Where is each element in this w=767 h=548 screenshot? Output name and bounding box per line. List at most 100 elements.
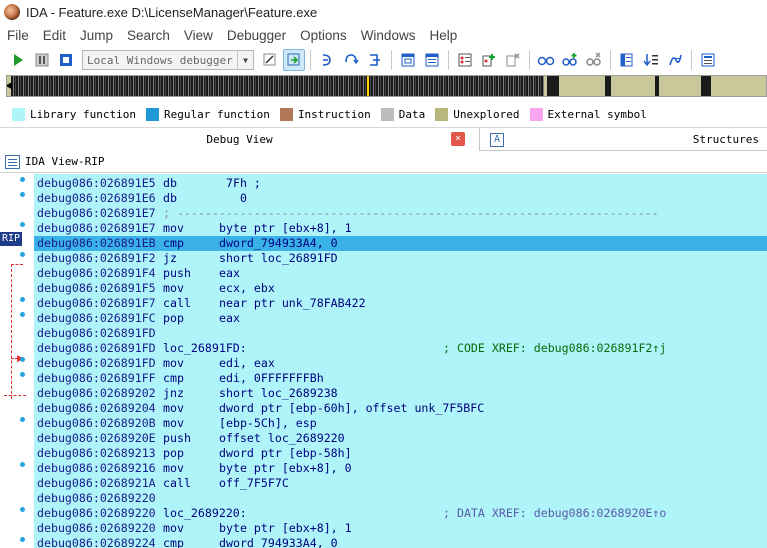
disasm-line[interactable]: debug086:02689202 jnz short loc_2689238 (34, 386, 767, 401)
breakpoint-list-icon[interactable] (454, 49, 476, 71)
function-icon[interactable] (616, 49, 638, 71)
disasm-line[interactable]: debug086:0268921A call off_7F5F7C (34, 476, 767, 491)
disasm-line[interactable]: debug086:026891FF cmp edi, 0FFFFFFFBh (34, 371, 767, 386)
disasm-line[interactable]: debug086:026891E5 db 7Fh ; (34, 176, 767, 191)
add-breakpoint-icon[interactable] (478, 49, 500, 71)
menu-file[interactable]: File (0, 28, 36, 43)
window-icon[interactable] (421, 49, 443, 71)
toolbar-separator (529, 50, 530, 70)
jump-arrow (11, 264, 12, 399)
ida-view-title: IDA View-RIP (25, 155, 105, 168)
debugger-select[interactable]: Local Windows debugger ▼ (82, 50, 254, 70)
step-into-icon[interactable] (316, 49, 338, 71)
disasm-line[interactable]: debug086:026891E7 ; ---------------------… (34, 206, 767, 221)
line-address: debug086:02689216 (37, 461, 156, 475)
window-icon[interactable] (397, 49, 419, 71)
menu-search[interactable]: Search (120, 28, 177, 43)
ida-app-icon (4, 4, 20, 20)
line-mnemonic: push (163, 266, 191, 280)
breakpoint-slot-dot[interactable] (20, 372, 25, 377)
disasm-line[interactable]: debug086:02689216 mov byte ptr [ebx+8], 0 (34, 461, 767, 476)
breakpoint-slot-dot[interactable] (20, 252, 25, 257)
menu-debugger[interactable]: Debugger (220, 28, 293, 43)
disasm-line[interactable]: debug086:026891EB cmp dword_794933A4, 0 (34, 236, 767, 251)
breakpoint-slot-dot[interactable] (20, 462, 25, 467)
line-operand: 0 (219, 191, 247, 205)
stop-icon[interactable] (55, 49, 77, 71)
menu-view[interactable]: View (177, 28, 220, 43)
legend-label: Library function (30, 107, 136, 121)
disasm-line[interactable]: debug086:02689220 mov byte ptr [ebx+8], 1 (34, 521, 767, 536)
navigation-band-instructions (11, 76, 544, 96)
line-mnemonic: cmp (163, 371, 184, 385)
menu-windows[interactable]: Windows (354, 28, 423, 43)
disasm-line[interactable]: debug086:026891FD loc_26891FD: ; CODE XREF… (34, 341, 767, 356)
legend-label: External symbol (547, 107, 647, 121)
breakpoint-slot-dot[interactable] (20, 507, 25, 512)
disasm-line[interactable]: debug086:026891E6 db 0 (34, 191, 767, 206)
structures-icon: A (490, 132, 504, 147)
disasm-line[interactable]: debug086:026891FC pop eax (34, 311, 767, 326)
disasm-line[interactable]: debug086:02689213 pop dword ptr [ebp-58h] (34, 446, 767, 461)
disasm-line[interactable]: debug086:026891F7 call near ptr unk_78FAB4… (34, 296, 767, 311)
line-mnemonic: jz (163, 251, 177, 265)
navigation-band-segment (547, 76, 559, 96)
toolbar-separator (448, 50, 449, 70)
tab-structures[interactable]: A Structures (482, 128, 767, 151)
breakpoint-slot-dot[interactable] (20, 297, 25, 302)
disasm-line[interactable]: debug086:026891F5 mov ecx, ebx (34, 281, 767, 296)
pause-icon[interactable] (31, 49, 53, 71)
breakpoint-slot-dot[interactable] (20, 192, 25, 197)
legend-label: Data (398, 107, 426, 121)
breakpoint-slot-dot[interactable] (20, 537, 25, 542)
arrow-gutter: RIP ▶ (0, 174, 34, 548)
disasm-line[interactable]: debug086:02689204 mov dword ptr [ebp-60h],… (34, 401, 767, 416)
disasm-line[interactable]: debug086:026891F4 push eax (34, 266, 767, 281)
delete-breakpoint-icon[interactable] (502, 49, 524, 71)
delete-watch-icon[interactable] (583, 49, 605, 71)
breakpoint-slot-dot[interactable] (20, 357, 25, 362)
breakpoint-slot-dot[interactable] (20, 417, 25, 422)
graph-icon[interactable] (697, 49, 719, 71)
list-icon[interactable] (640, 49, 662, 71)
glasses-icon[interactable] (535, 49, 557, 71)
play-icon[interactable] (7, 49, 29, 71)
disasm-line[interactable]: debug086:026891E7 mov byte ptr [ebx+8], 1 (34, 221, 767, 236)
detach-icon[interactable] (283, 49, 305, 71)
navigation-band-cursor (367, 76, 369, 96)
legend-label: Regular function (163, 107, 270, 121)
menu-options[interactable]: Options (293, 28, 354, 43)
breakpoint-slot-dot[interactable] (20, 312, 25, 317)
menu-help[interactable]: Help (422, 28, 464, 43)
line-label: loc_26891FD: (163, 341, 247, 355)
legend-item: External symbol (529, 107, 647, 121)
disasm-line[interactable]: debug086:026891F2 jz short loc_26891FD (34, 251, 767, 266)
line-address: debug086:026891FD (37, 341, 156, 355)
close-icon[interactable]: × (451, 132, 465, 146)
menu-edit[interactable]: Edit (36, 28, 73, 43)
disasm-line[interactable]: debug086:0268920E push offset loc_2689220 (34, 431, 767, 446)
disasm-line[interactable]: debug086:02689220 (34, 491, 767, 506)
navigation-band[interactable]: ◀ (6, 75, 767, 97)
line-address: debug086:0268920E (37, 431, 156, 445)
disasm-line[interactable]: debug086:02689224 cmp dword_794933A4, 0 (34, 536, 767, 548)
run-to-cursor-icon[interactable] (364, 49, 386, 71)
breakpoint-slot-dot[interactable] (20, 222, 25, 227)
tab-debug-view[interactable]: Debug View × (0, 128, 480, 151)
line-mnemonic: cmp (163, 236, 184, 250)
disasm-line[interactable]: debug086:02689220 loc_2689220: ; DATA XREF… (34, 506, 767, 521)
disasm-line[interactable]: debug086:026891FD (34, 326, 767, 341)
attach-icon[interactable] (259, 49, 281, 71)
navigation-band-segment (655, 76, 659, 96)
add-watch-icon[interactable] (559, 49, 581, 71)
breakpoint-slot-dot[interactable] (20, 177, 25, 182)
separator-comment: ; --------------------------------------… (163, 206, 659, 220)
line-operand: [ebp-5Ch], esp (219, 416, 317, 430)
disasm-line[interactable]: debug086:026891FD mov edi, eax (34, 356, 767, 371)
menu-jump[interactable]: Jump (73, 28, 120, 43)
disasm-line[interactable]: debug086:0268920B mov [ebp-5Ch], esp (34, 416, 767, 431)
disassembly-view[interactable]: RIP ▶ debug086:026891E5db 7Fh ;debug086:… (0, 174, 767, 548)
code-area[interactable]: debug086:026891E5 db 7Fh ; debug086:026891… (34, 174, 767, 548)
trace-icon[interactable] (664, 49, 686, 71)
step-over-icon[interactable] (340, 49, 362, 71)
